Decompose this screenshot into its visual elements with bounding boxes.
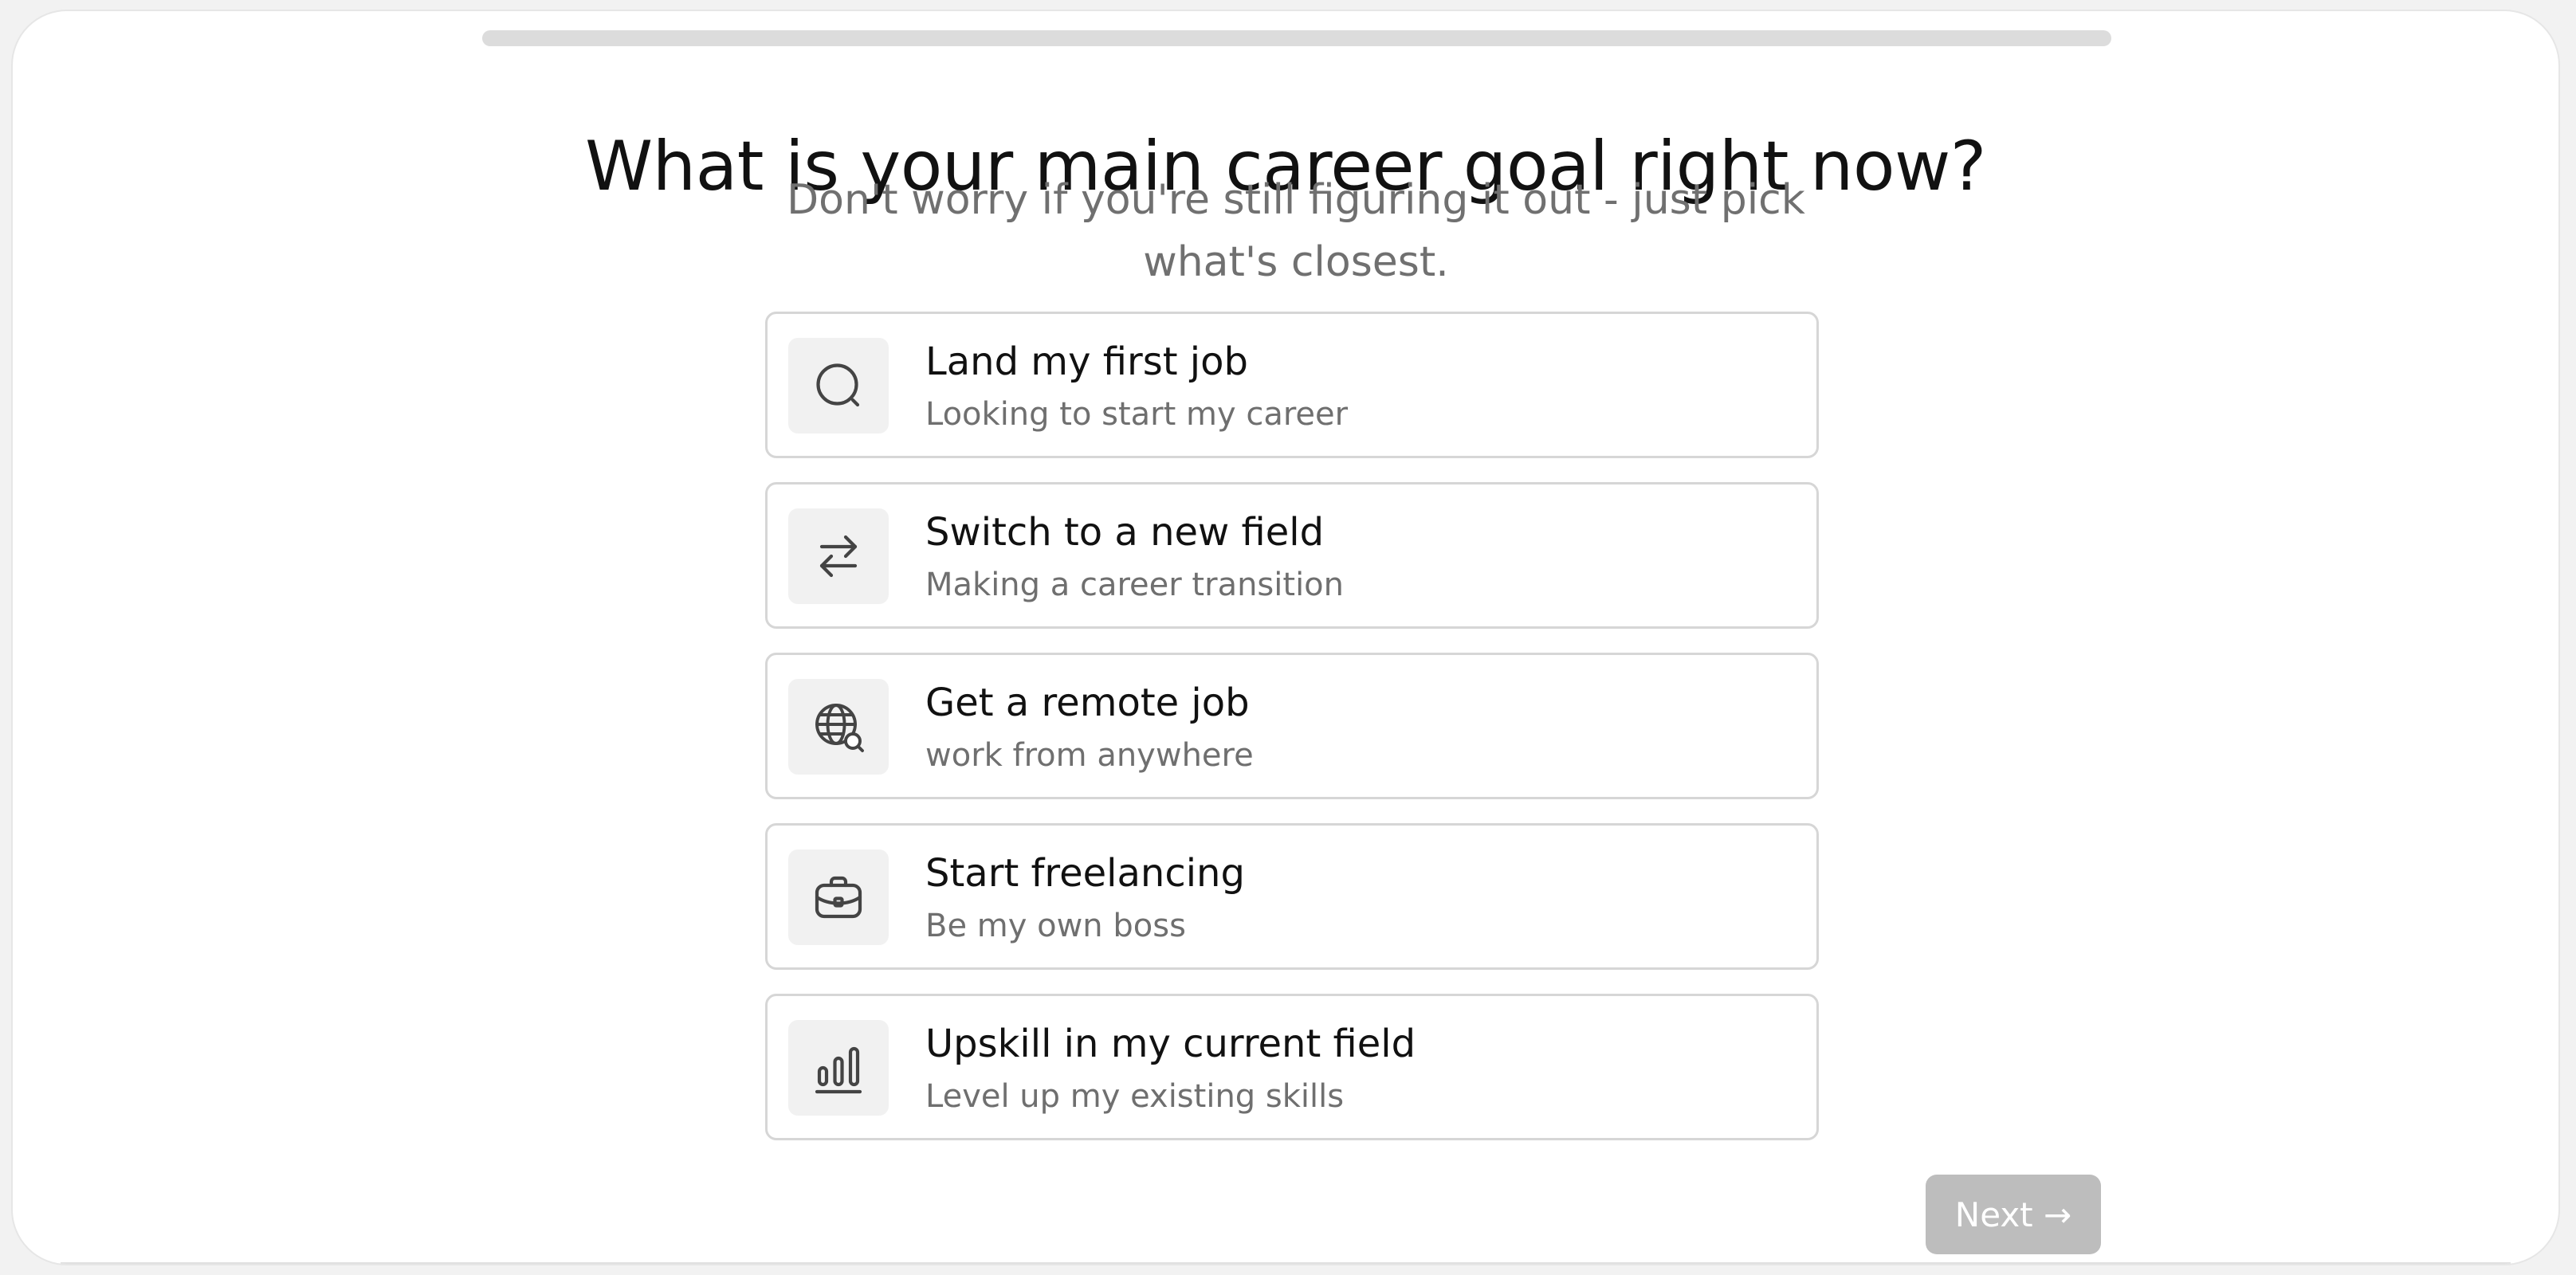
option-description: Level up my existing skills [925,1078,1345,1115]
question-subtitle: Don't worry if you're still figuring it … [787,176,1805,286]
briefcase-icon [788,849,889,945]
option-switch-field[interactable]: Switch to a new field Making a career tr… [765,482,1819,629]
swap-arrows-icon [788,508,889,604]
option-remote-job[interactable]: Get a remote job work from anywhere [765,653,1819,799]
option-title: Start freelancing [925,851,1245,896]
option-land-first-job[interactable]: Land my first job Looking to start my ca… [765,312,1819,458]
search-icon [788,338,889,434]
option-description: work from anywhere [925,737,1254,774]
progress-bar [482,30,2111,46]
option-title: Switch to a new field [925,510,1325,555]
option-description: Be my own boss [925,908,1186,944]
next-button[interactable]: Next → [1926,1175,2101,1254]
divider [61,1262,2511,1264]
option-title: Upskill in my current field [925,1022,1416,1066]
option-upskill[interactable]: Upskill in my current field Level up my … [765,994,1819,1140]
option-description: Making a career transition [925,567,1344,603]
options-list: Land my first job Looking to start my ca… [765,312,1819,1164]
option-description: Looking to start my career [925,396,1349,433]
option-title: Land my first job [925,339,1248,384]
option-start-freelancing[interactable]: Start freelancing Be my own boss [765,823,1819,970]
option-title: Get a remote job [925,681,1250,725]
bar-chart-icon [788,1020,889,1116]
globe-search-icon [788,679,889,775]
onboarding-window: What is your main career goal right now?… [11,10,2560,1265]
